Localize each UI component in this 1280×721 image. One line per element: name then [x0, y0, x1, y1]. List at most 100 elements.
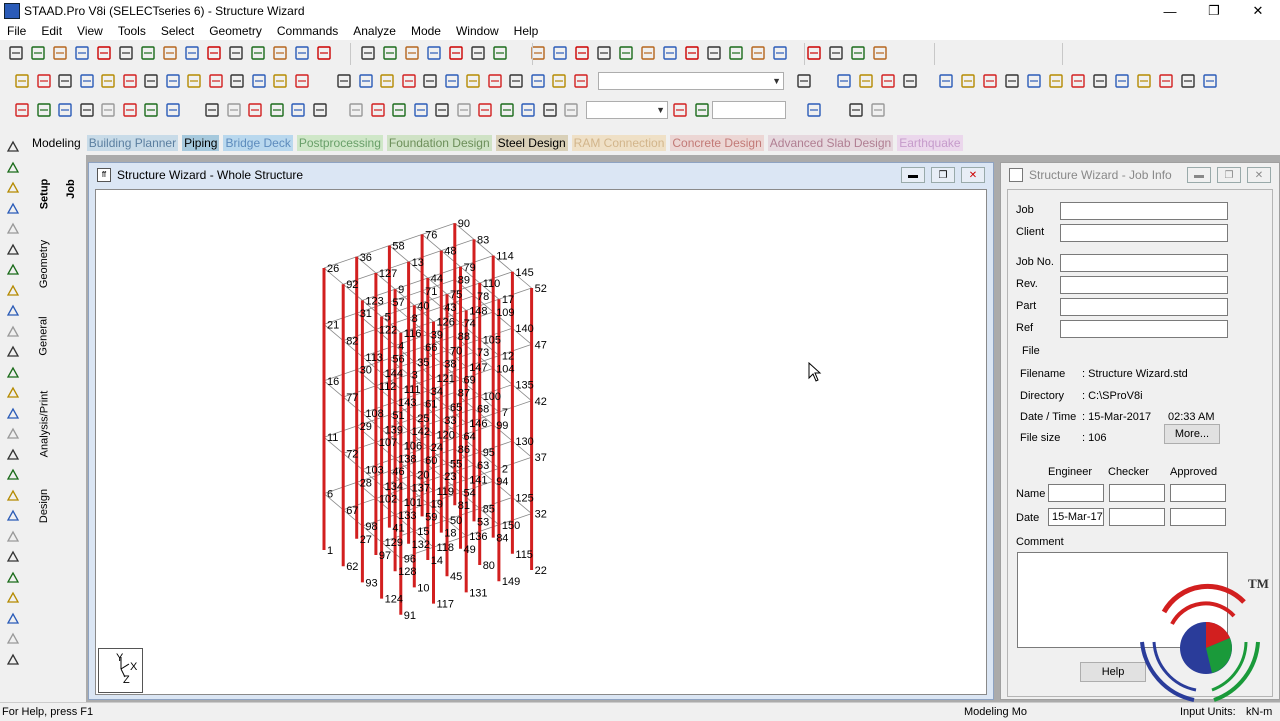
left-tool-20-icon[interactable] [6, 530, 20, 543]
tb2-13-icon[interactable] [272, 73, 288, 89]
maximize-button[interactable]: ❐ [1192, 0, 1236, 22]
tb3-19-icon[interactable] [434, 102, 450, 118]
tb1-31-icon[interactable] [706, 45, 722, 61]
mode-tab-ram-connection[interactable]: RAM Connection [571, 135, 667, 151]
tb1-30-icon[interactable] [684, 45, 700, 61]
tb1-29-icon[interactable] [662, 45, 678, 61]
left-tool-14-icon[interactable] [6, 407, 20, 420]
tb2-44-icon[interactable] [1202, 73, 1218, 89]
checker-name-field[interactable] [1109, 484, 1165, 502]
tb3-16-icon[interactable] [370, 102, 386, 118]
mode-tab-postprocessing[interactable]: Postprocessing [296, 135, 383, 151]
tb3-29-icon[interactable] [848, 102, 864, 118]
tb1-10-icon[interactable] [206, 45, 222, 61]
menu-commands[interactable]: Commands [270, 24, 346, 38]
tb3-2-icon[interactable] [36, 102, 52, 118]
tb2-15-icon[interactable] [336, 73, 352, 89]
mode-tab-steel-design[interactable]: Steel Design [495, 135, 568, 151]
tb3-13-icon[interactable] [290, 102, 306, 118]
tb1-28-icon[interactable] [640, 45, 656, 61]
tab-analysis-print[interactable]: Analysis/Print [30, 382, 58, 466]
tb1-17-icon[interactable] [382, 45, 398, 61]
tb3-6-icon[interactable] [122, 102, 138, 118]
tb3-20-icon[interactable] [456, 102, 472, 118]
tb1-12-icon[interactable] [250, 45, 266, 61]
menu-geometry[interactable]: Geometry [202, 24, 270, 38]
tb2-28-icon[interactable] [836, 73, 852, 89]
tb2-6-icon[interactable] [122, 73, 138, 89]
tb3-11-icon[interactable] [247, 102, 263, 118]
mode-tab-foundation-design[interactable]: Foundation Design [386, 135, 492, 151]
view-combo[interactable]: ▼ [598, 72, 784, 90]
ref-field[interactable] [1060, 320, 1228, 338]
tb2-9-icon[interactable] [186, 73, 202, 89]
menu-file[interactable]: File [0, 24, 34, 38]
tb2-19-icon[interactable] [422, 73, 438, 89]
tb1-5-icon[interactable] [96, 45, 112, 61]
tb3-22-icon[interactable] [499, 102, 515, 118]
left-tool-5-icon[interactable] [6, 222, 20, 235]
approved-name-field[interactable] [1170, 484, 1226, 502]
tb3-15-icon[interactable] [348, 102, 364, 118]
tb1-16-icon[interactable] [360, 45, 376, 61]
tb3-7-icon[interactable] [143, 102, 159, 118]
tb3-24-icon[interactable] [542, 102, 558, 118]
tb1-7-icon[interactable] [140, 45, 156, 61]
left-tool-13-icon[interactable] [6, 386, 20, 399]
tb2-35-icon[interactable] [1004, 73, 1020, 89]
tb2-25-icon[interactable] [551, 73, 567, 89]
job-field[interactable] [1060, 202, 1228, 220]
tb3-26-icon[interactable] [672, 102, 688, 118]
tb1-18-icon[interactable] [404, 45, 420, 61]
tb2-43-icon[interactable] [1180, 73, 1196, 89]
tb2-26-icon[interactable] [573, 73, 589, 89]
job-no-field[interactable] [1060, 254, 1228, 272]
left-tool-10-icon[interactable] [6, 325, 20, 338]
tb2-38-icon[interactable] [1070, 73, 1086, 89]
tb2-29-icon[interactable] [858, 73, 874, 89]
tb1-8-icon[interactable] [162, 45, 178, 61]
tb1-1-icon[interactable] [8, 45, 24, 61]
tb3-5-icon[interactable] [100, 102, 116, 118]
tb2-14-icon[interactable] [294, 73, 310, 89]
menu-view[interactable]: View [70, 24, 111, 38]
left-tool-9-icon[interactable] [6, 304, 20, 317]
left-tool-1-icon[interactable] [6, 140, 20, 153]
tb1-6-icon[interactable] [118, 45, 134, 61]
tb2-37-icon[interactable] [1048, 73, 1064, 89]
tb2-40-icon[interactable] [1114, 73, 1130, 89]
menu-help[interactable]: Help [507, 24, 547, 38]
tb3-9-icon[interactable] [204, 102, 220, 118]
left-tool-3-icon[interactable] [6, 181, 20, 194]
mode-tab-modeling[interactable]: Modeling [30, 135, 83, 151]
tb1-4-icon[interactable] [74, 45, 90, 61]
tb2-4-icon[interactable] [79, 73, 95, 89]
tb1-22-icon[interactable] [492, 45, 508, 61]
tb2-3-icon[interactable] [57, 73, 73, 89]
client-field[interactable] [1060, 224, 1228, 242]
tb1-24-icon[interactable] [552, 45, 568, 61]
approved-date-field[interactable] [1170, 508, 1226, 526]
job-restore-button[interactable]: ❐ [1217, 167, 1241, 183]
mode-tab-piping[interactable]: Piping [182, 135, 220, 151]
tb1-13-icon[interactable] [272, 45, 288, 61]
left-tool-22-icon[interactable] [6, 571, 20, 584]
menu-edit[interactable]: Edit [34, 24, 70, 38]
tb2-20-icon[interactable] [444, 73, 460, 89]
left-tool-6-icon[interactable] [6, 243, 20, 256]
tb1-14-icon[interactable] [294, 45, 310, 61]
tb3-10-icon[interactable] [226, 102, 242, 118]
tb2-41-icon[interactable] [1136, 73, 1152, 89]
tb1-19-icon[interactable] [426, 45, 442, 61]
close-button[interactable]: ✕ [1236, 0, 1280, 22]
tb3-25-icon[interactable] [563, 102, 579, 118]
tb1-36-icon[interactable] [828, 45, 844, 61]
tb2-32-icon[interactable] [938, 73, 954, 89]
mode-tab-advanced-slab-design[interactable]: Advanced Slab Design [767, 135, 894, 151]
tb2-1-icon[interactable] [14, 73, 30, 89]
menu-select[interactable]: Select [154, 24, 202, 38]
tb1-26-icon[interactable] [596, 45, 612, 61]
tb3-1-icon[interactable] [14, 102, 30, 118]
tb2-36-icon[interactable] [1026, 73, 1042, 89]
tb2-24-icon[interactable] [530, 73, 546, 89]
